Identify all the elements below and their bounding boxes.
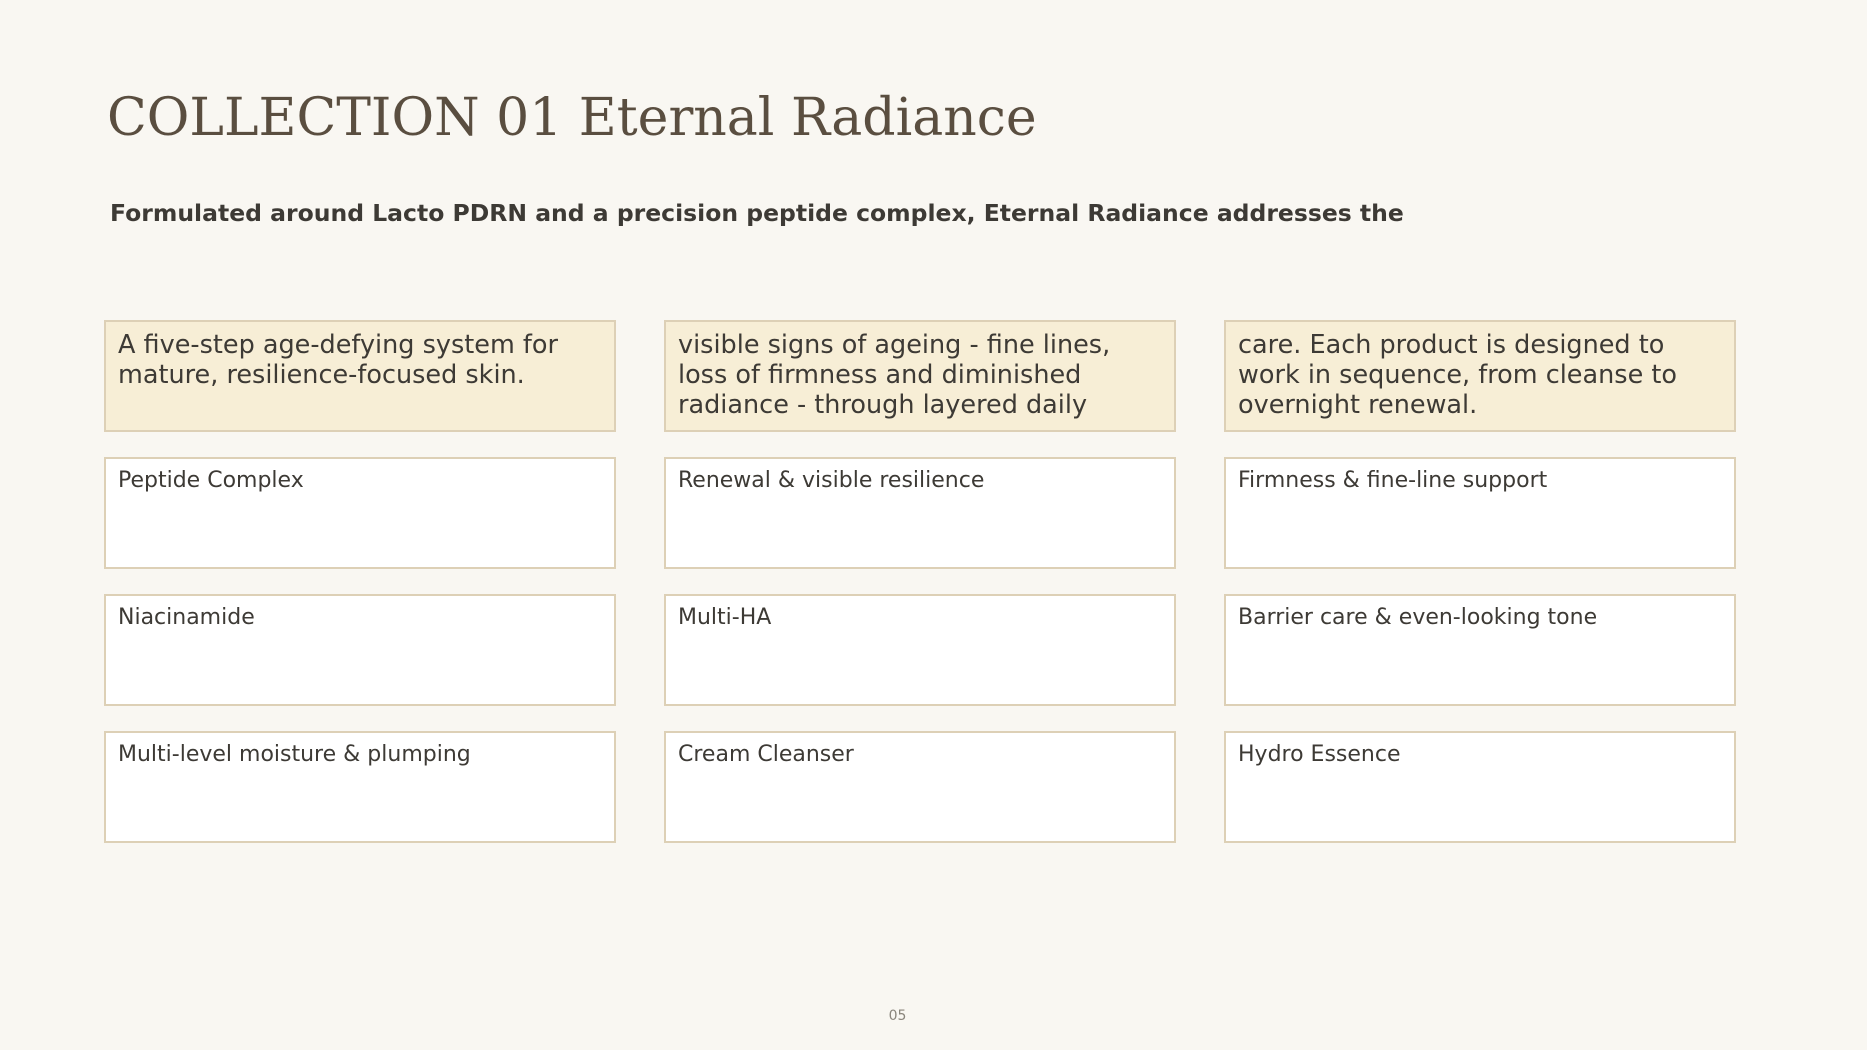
grid-cell: Peptide Complex — [104, 457, 616, 569]
grid-cell: Multi-HA — [664, 594, 1176, 706]
grid-cell: Firmness & fine-line support — [1224, 457, 1736, 569]
content-grid: A five-step age-defying system for matur… — [104, 320, 1736, 843]
grid-cell: Barrier care & even-looking tone — [1224, 594, 1736, 706]
grid-cell: Cream Cleanser — [664, 731, 1176, 843]
intro-cell-3: care. Each product is designed to work i… — [1224, 320, 1736, 432]
grid-cell: Hydro Essence — [1224, 731, 1736, 843]
slide-title: COLLECTION 01 Eternal Radiance — [107, 88, 1037, 148]
intro-cell-1: A five-step age-defying system for matur… — [104, 320, 616, 432]
grid-cell: Multi-level moisture & plumping — [104, 731, 616, 843]
intro-cell-2: visible signs of ageing - fine lines, lo… — [664, 320, 1176, 432]
slide-subtitle: Formulated around Lacto PDRN and a preci… — [110, 199, 1404, 227]
grid-cell: Renewal & visible resilience — [664, 457, 1176, 569]
grid-cell: Niacinamide — [104, 594, 616, 706]
page-number: 05 — [888, 1008, 907, 1024]
